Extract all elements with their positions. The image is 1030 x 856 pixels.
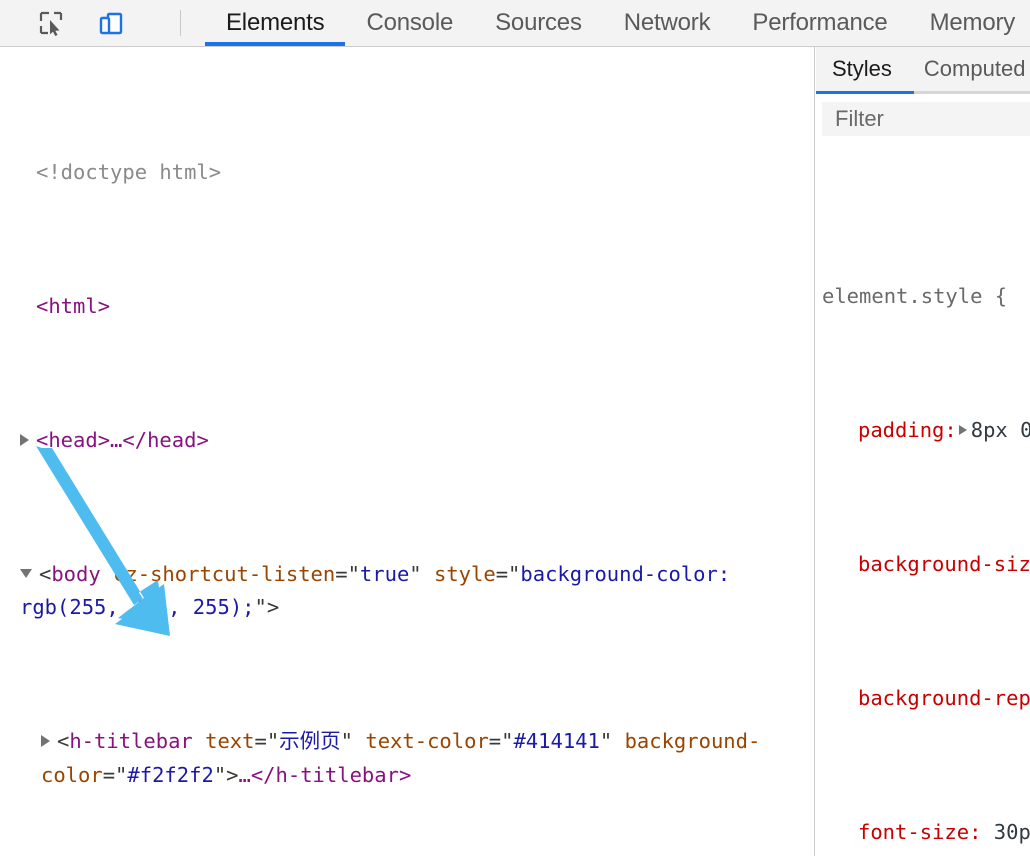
titlebar-attr-textcolor-name[interactable]: text-color: [365, 729, 488, 753]
titlebar-attr-text-value[interactable]: 示例页: [279, 729, 341, 753]
tab-elements-label: Elements: [226, 9, 325, 36]
chevron-down-icon[interactable]: [20, 568, 32, 578]
dom-node-html[interactable]: <html>: [20, 290, 802, 324]
titlebar-attr-text-name[interactable]: text: [205, 729, 254, 753]
tab-console-label: Console: [366, 9, 454, 36]
styles-panel: Styles Computed Filter element.style { p…: [816, 47, 1030, 856]
tab-network[interactable]: Network: [603, 0, 732, 46]
tab-memory-label: Memory: [929, 9, 1016, 36]
body-style-attr-name[interactable]: style: [434, 562, 496, 586]
tab-console[interactable]: Console: [345, 0, 474, 46]
expand-arrow-icon[interactable]: [958, 425, 967, 435]
tab-computed-label: Computed: [923, 56, 1026, 81]
panel-tab-list: Elements Console Sources Network Perform…: [205, 0, 1030, 46]
chevron-right-icon[interactable]: [20, 433, 29, 446]
tab-network-label: Network: [623, 9, 711, 36]
declaration-background-repeat[interactable]: background-repeat: no-repeat;: [816, 682, 1030, 716]
devtools-window: Elements Console Sources Network Perform…: [0, 0, 1030, 856]
tab-performance-label: Performance: [752, 9, 888, 36]
dom-node-h-titlebar[interactable]: <h-titlebar text="示例页" text-color="#4141…: [20, 725, 802, 792]
tab-sources-label: Sources: [495, 9, 582, 36]
tab-computed[interactable]: Computed: [908, 47, 1030, 91]
titlebar-attr-textcolor-value[interactable]: #414141: [513, 729, 599, 753]
tab-sources[interactable]: Sources: [474, 0, 603, 46]
declaration-padding-value[interactable]: 8px 0px;: [971, 418, 1030, 442]
pane-divider[interactable]: [802, 47, 815, 856]
dom-node-head[interactable]: <head>…</head>: [20, 424, 802, 458]
titlebar-tag-name: h-titlebar: [69, 729, 193, 753]
styles-filter-input[interactable]: Filter: [822, 102, 1030, 136]
body-attr-name[interactable]: cz-shortcut-listen: [113, 562, 335, 586]
device-toolbar-icon[interactable]: [94, 6, 128, 40]
titlebar-attr-bgcolor-value[interactable]: #f2f2f2: [127, 763, 213, 787]
rule-0-selector: element.style: [822, 284, 983, 308]
declaration-padding[interactable]: padding:8px 0px;: [816, 414, 1030, 448]
styles-tab-list: Styles Computed: [816, 47, 1030, 94]
html-tag-text: <html>: [36, 293, 111, 318]
tab-memory[interactable]: Memory: [909, 0, 1030, 46]
elements-panel: <!doctype html> <html> <head>…</head> <b…: [0, 47, 802, 856]
tab-performance[interactable]: Performance: [731, 0, 908, 46]
dom-node-body[interactable]: <body cz-shortcut-listen="true" style="b…: [20, 558, 802, 625]
tab-elements[interactable]: Elements: [205, 0, 346, 46]
chevron-right-icon[interactable]: [41, 735, 50, 747]
titlebar-collapsed-text: …</h-titlebar>: [238, 762, 412, 787]
rule-selector-element-style[interactable]: element.style {: [816, 280, 1030, 314]
declaration-background-size[interactable]: background-size: contain;: [816, 548, 1030, 582]
declaration-font-size-name[interactable]: font-size: [858, 820, 969, 844]
styles-filter-placeholder: Filter: [835, 106, 884, 131]
declaration-background-repeat-name[interactable]: background-repeat: [858, 686, 1030, 710]
rule-0-brace: {: [994, 284, 1008, 308]
toolbar-icon-group: [0, 0, 185, 46]
body-tag-name: body: [51, 561, 101, 586]
body-attr-value[interactable]: true: [360, 562, 409, 586]
declaration-font-size-value[interactable]: 30px;: [994, 820, 1030, 844]
toolbar-divider: [180, 10, 181, 36]
dom-node-doctype[interactable]: <!doctype html>: [20, 156, 802, 190]
doctype-text: <!doctype html>: [36, 159, 222, 184]
declaration-background-size-name[interactable]: background-size: [858, 552, 1030, 576]
declaration-font-size[interactable]: font-size: 30px;: [816, 816, 1030, 850]
styles-filter-row: Filter: [816, 94, 1030, 142]
head-tag-text: <head>…</head>: [36, 427, 209, 452]
dom-tree: <!doctype html> <html> <head>…</head> <b…: [20, 47, 802, 856]
declaration-padding-name[interactable]: padding: [858, 418, 944, 442]
devtools-toolbar: Elements Console Sources Network Perform…: [0, 0, 1030, 47]
inspect-element-icon[interactable]: [34, 6, 68, 40]
style-rules-list: element.style { padding:8px 0px; backgro…: [816, 142, 1030, 856]
tab-styles[interactable]: Styles: [816, 47, 908, 91]
tab-styles-label: Styles: [832, 56, 892, 81]
